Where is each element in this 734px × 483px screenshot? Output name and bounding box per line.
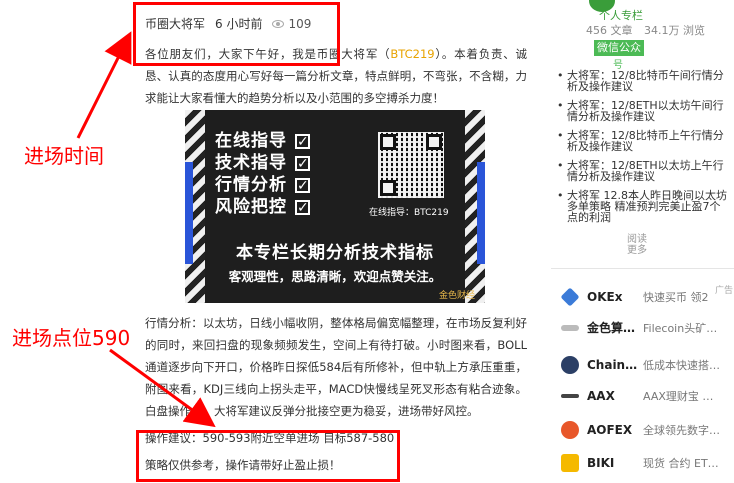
analysis-paragraph: 行情分析：以太坊，日线小幅收阴，整体格局偏宽幅整理，在市场反复利好的同时，来回扫… xyxy=(145,316,527,418)
exchange-name: AAX xyxy=(587,389,615,403)
intro-tag-link[interactable]: BTC219 xyxy=(390,47,434,61)
qr-label: 在线指导：BTC219 xyxy=(369,208,449,218)
exchange-name: BIKI xyxy=(587,456,615,470)
read-more-line-1: 阅读 xyxy=(627,234,647,245)
exchange-name: 金色算… xyxy=(587,321,636,335)
news-item[interactable]: 大将军：12/8比特币午间行情分析及操作建议 xyxy=(555,70,731,92)
jinse-logo-icon xyxy=(561,324,579,331)
read-more-line-2: 更多 xyxy=(627,245,647,256)
exchange-item-aofex[interactable]: AOFEX 全球领先数字… xyxy=(561,421,731,439)
banner-brand-logo: 金色财经 xyxy=(438,291,475,301)
column-banner-image: 在线指导 技术指导 行情分析 风险把控 在线指导：BTC219 本专栏长期分析技… xyxy=(185,110,485,303)
view-total: 34.1万 浏览 xyxy=(644,24,705,37)
banner-item: 行情分析 xyxy=(215,174,310,197)
banner-items: 在线指导 技术指导 行情分析 风险把控 xyxy=(215,130,310,219)
sidebar: 个人专栏 456 文章 34.1万 浏览 微信公众 号 大将军：12/8比特币午… xyxy=(551,0,734,483)
news-item[interactable]: 大将军：12/8比特币上午行情分析及操作建议 xyxy=(555,130,731,152)
banner-item-label: 风险把控 xyxy=(215,197,287,217)
banner-headline: 本专栏长期分析技术指标 xyxy=(236,243,434,263)
exchange-name: AOFEX xyxy=(587,423,633,437)
aax-logo-icon xyxy=(561,394,579,398)
exchange-desc: 低成本快速搭… xyxy=(643,359,720,372)
banner-subline: 客观理性，思路清晰，欢迎点赞关注。 xyxy=(228,269,442,284)
exchange-desc: 快速买币 领2 xyxy=(643,291,709,304)
qr-code-icon xyxy=(378,132,444,198)
news-item[interactable]: 大将军 12.8本人昨日晚间以太坊多单策略 精准预判完美止盈7个点的利润 xyxy=(555,190,731,223)
checkbox-icon xyxy=(295,131,310,153)
left-gutter xyxy=(0,0,140,483)
read-more-link[interactable]: 阅读 更多 xyxy=(627,234,647,256)
author-stats: 456 文章 34.1万 浏览 xyxy=(586,22,713,38)
related-news-list: 大将军：12/8比特币午间行情分析及操作建议 大将军：12/8ETH以太坊午间行… xyxy=(555,70,731,231)
exchange-desc: AAX理财宝 … xyxy=(643,390,714,403)
exchange-desc: Filecoin头矿… xyxy=(643,321,718,335)
okex-logo-icon xyxy=(560,287,580,307)
wechat-button[interactable]: 微信公众 xyxy=(594,40,644,56)
sidebar-divider xyxy=(551,268,734,269)
banner-item-label: 行情分析 xyxy=(215,175,287,195)
annotation-label-time: 进场时间 xyxy=(24,144,104,168)
aofex-logo-icon xyxy=(561,421,579,439)
chain-logo-icon xyxy=(561,356,579,374)
exchange-name: OKEx xyxy=(587,290,623,304)
exchange-item-aax[interactable]: AAX AAX理财宝 … xyxy=(561,388,731,404)
banner-item: 在线指导 xyxy=(215,130,310,153)
exchange-item-biki[interactable]: BIKI 现货 合约 ET… xyxy=(561,454,731,472)
annotation-box-time xyxy=(133,2,340,66)
exchange-desc: 现货 合约 ET… xyxy=(643,457,719,470)
exchange-item-chain[interactable]: Chain… 低成本快速搭… xyxy=(561,356,731,374)
checkbox-icon xyxy=(295,197,310,219)
banner-item: 风险把控 xyxy=(215,196,310,219)
checkbox-icon xyxy=(295,153,310,175)
exchange-desc: 全球领先数字… xyxy=(643,424,720,437)
annotation-box-entry xyxy=(136,430,400,482)
exchange-name: Chain… xyxy=(587,358,638,372)
banner-item-label: 技术指导 xyxy=(215,153,287,173)
banner-item-label: 在线指导 xyxy=(215,131,287,151)
column-tag: 个人专栏 xyxy=(599,9,643,22)
news-item[interactable]: 大将军：12/8ETH以太坊上午行情分析及操作建议 xyxy=(555,160,731,182)
news-item[interactable]: 大将军：12/8ETH以太坊午间行情分析及操作建议 xyxy=(555,100,731,122)
annotation-label-entry: 进场点位590 xyxy=(12,326,131,350)
biki-logo-icon xyxy=(561,454,579,472)
checkbox-icon xyxy=(295,175,310,197)
banner-item: 技术指导 xyxy=(215,152,310,175)
article-count: 456 文章 xyxy=(586,24,633,37)
article: 币圈大将军 6 小时前 109 各位朋友们，大家下午好，我是币圈大将军（BTC2… xyxy=(143,0,529,483)
exchange-item-okex[interactable]: OKEx 快速买币 领2 xyxy=(560,287,731,307)
exchange-item-jinse[interactable]: 金色算… Filecoin头矿… xyxy=(561,319,731,336)
